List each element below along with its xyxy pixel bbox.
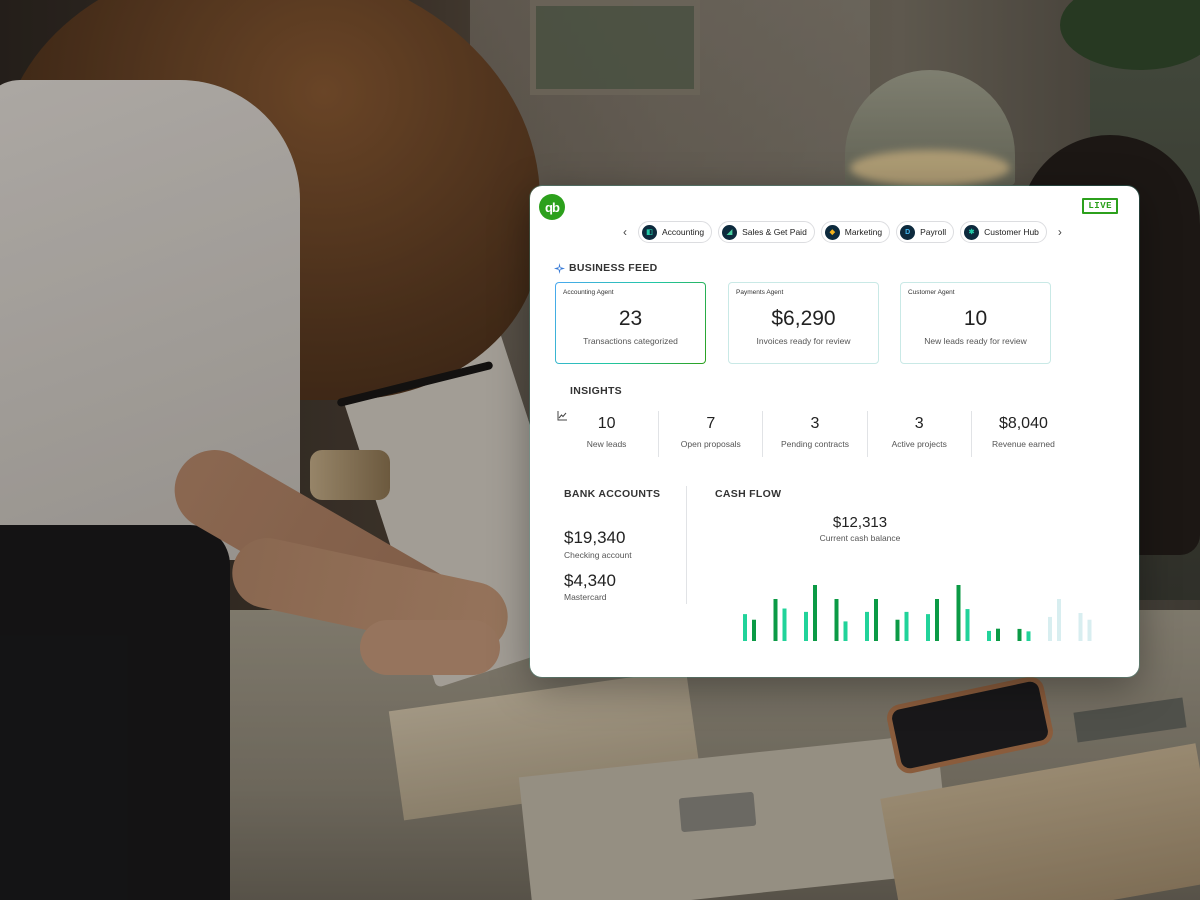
insight-pending-contracts[interactable]: 3 Pending contracts	[763, 411, 868, 457]
insight-label: Open proposals	[680, 439, 741, 449]
cash-flow-bar	[752, 619, 756, 641]
marketing-icon: ◆	[824, 224, 840, 240]
cash-flow-bar	[895, 619, 900, 641]
chevron-left-icon[interactable]: ‹	[618, 221, 632, 243]
feed-agent-label: Accounting Agent	[563, 289, 614, 296]
cash-flow-bar	[965, 609, 970, 641]
feed-agent-label: Customer Agent	[908, 289, 955, 296]
feed-value: 10	[963, 307, 988, 330]
checking-account-amount[interactable]: $19,340	[564, 528, 625, 548]
tab-label: Marketing	[844, 227, 883, 237]
tab-customer-hub[interactable]: ✱ Customer Hub	[960, 221, 1047, 243]
business-feed-title: BUSINESS FEED	[554, 262, 658, 274]
cash-flow-bar	[1026, 631, 1031, 641]
cash-flow-bar	[804, 611, 808, 641]
cash-flow-bar	[865, 611, 869, 641]
checking-account-label: Checking account	[564, 550, 632, 560]
feed-description: Transactions categorized	[583, 336, 678, 346]
quickbooks-logo-icon[interactable]: qb	[539, 194, 565, 220]
cash-flow-bar	[874, 599, 878, 641]
cash-flow-bar	[843, 621, 848, 641]
tabs-list: ◧ Accounting ◢ Sales & Get Paid ◆ Marketing D P…	[638, 221, 1047, 243]
sales-icon: ◢	[722, 224, 738, 240]
insight-new-leads[interactable]: 10 New leads	[555, 411, 660, 457]
payments-agent-card[interactable]: Payments Agent $6,290 Invoices ready for…	[728, 282, 879, 364]
insight-label: Pending contracts	[780, 439, 850, 449]
cash-flow-bar	[773, 599, 778, 641]
insight-label: Revenue earned	[991, 439, 1055, 449]
feed-description: Invoices ready for review	[756, 336, 851, 346]
cash-flow-chart[interactable]	[735, 581, 1105, 651]
accounting-agent-card[interactable]: Accounting Agent 23 Transactions categor…	[555, 282, 706, 364]
cash-flow-bar	[904, 611, 909, 641]
cash-flow-bar	[1087, 619, 1092, 641]
cash-balance-value: $12,313	[832, 514, 888, 531]
tab-accounting[interactable]: ◧ Accounting	[638, 221, 713, 243]
cash-flow-bar	[987, 630, 991, 641]
tab-marketing[interactable]: ◆ Marketing	[820, 221, 891, 243]
cash-flow-bar	[935, 599, 939, 641]
cash-flow-bar	[743, 614, 747, 641]
section-divider	[686, 486, 687, 604]
chevron-right-icon[interactable]: ›	[1053, 221, 1067, 243]
cash-flow-bar	[996, 628, 1000, 641]
bank-accounts-title: BANK ACCOUNTS	[564, 488, 661, 500]
feed-value: 23	[618, 307, 643, 330]
tab-label: Customer Hub	[984, 227, 1039, 237]
tab-label: Sales & Get Paid	[742, 227, 807, 237]
business-feed-title-text: BUSINESS FEED	[569, 262, 658, 274]
cash-flow-bar	[926, 614, 930, 641]
cash-flow-bar	[1078, 613, 1083, 641]
customer-hub-icon: ✱	[964, 224, 980, 240]
insights-title: INSIGHTS	[570, 385, 622, 397]
tab-label: Accounting	[662, 227, 705, 237]
tab-sales-get-paid[interactable]: ◢ Sales & Get Paid	[718, 221, 815, 243]
insight-value: 10	[597, 415, 616, 432]
cash-balance-label: Current cash balance	[819, 533, 901, 543]
cash-flow-bar	[1057, 599, 1061, 641]
insight-value: 3	[810, 415, 820, 432]
insight-value: 3	[914, 415, 924, 432]
feed-description: New leads ready for review	[924, 336, 1027, 346]
mastercard-amount[interactable]: $4,340	[564, 571, 616, 591]
insight-value: $8,040	[998, 415, 1048, 432]
mastercard-label: Mastercard	[564, 592, 607, 602]
payroll-icon: D	[900, 224, 916, 240]
insight-open-proposals[interactable]: 7 Open proposals	[659, 411, 764, 457]
trend-chart-icon	[557, 411, 567, 421]
tab-payroll[interactable]: D Payroll	[896, 221, 955, 243]
cash-flow-bar	[813, 585, 817, 641]
insight-revenue-earned[interactable]: $8,040 Revenue earned	[972, 411, 1075, 457]
cash-flow-bar	[834, 599, 839, 641]
feed-value: $6,290	[771, 307, 836, 330]
cash-flow-bar	[1017, 628, 1022, 641]
feed-agent-label: Payments Agent	[736, 289, 784, 296]
customer-agent-card[interactable]: Customer Agent 10 New leads ready for re…	[900, 282, 1051, 364]
insight-label: New leads	[586, 439, 627, 449]
insight-value: 7	[706, 415, 716, 432]
product-tabs: ‹ ◧ Accounting ◢ Sales & Get Paid ◆ Marketing…	[618, 221, 1067, 243]
cash-flow-bar	[956, 585, 961, 641]
cash-flow-bar	[1048, 616, 1052, 641]
insight-active-projects[interactable]: 3 Active projects	[868, 411, 972, 457]
tab-label: Payroll	[920, 227, 947, 237]
insight-label: Active projects	[891, 439, 947, 449]
cash-flow-title: CASH FLOW	[715, 488, 782, 500]
dashboard-card: qb LIVE ‹ ◧ Accounting ◢ Sales & Get Paid ◆ M…	[530, 186, 1139, 677]
insights-row: 10 New leads 7 Open proposals 3 Pending …	[555, 411, 1075, 457]
live-badge: LIVE	[1082, 198, 1118, 214]
cash-flow-bar	[782, 608, 787, 641]
accounting-icon: ◧	[642, 224, 657, 240]
sparkle-icon	[554, 262, 565, 274]
